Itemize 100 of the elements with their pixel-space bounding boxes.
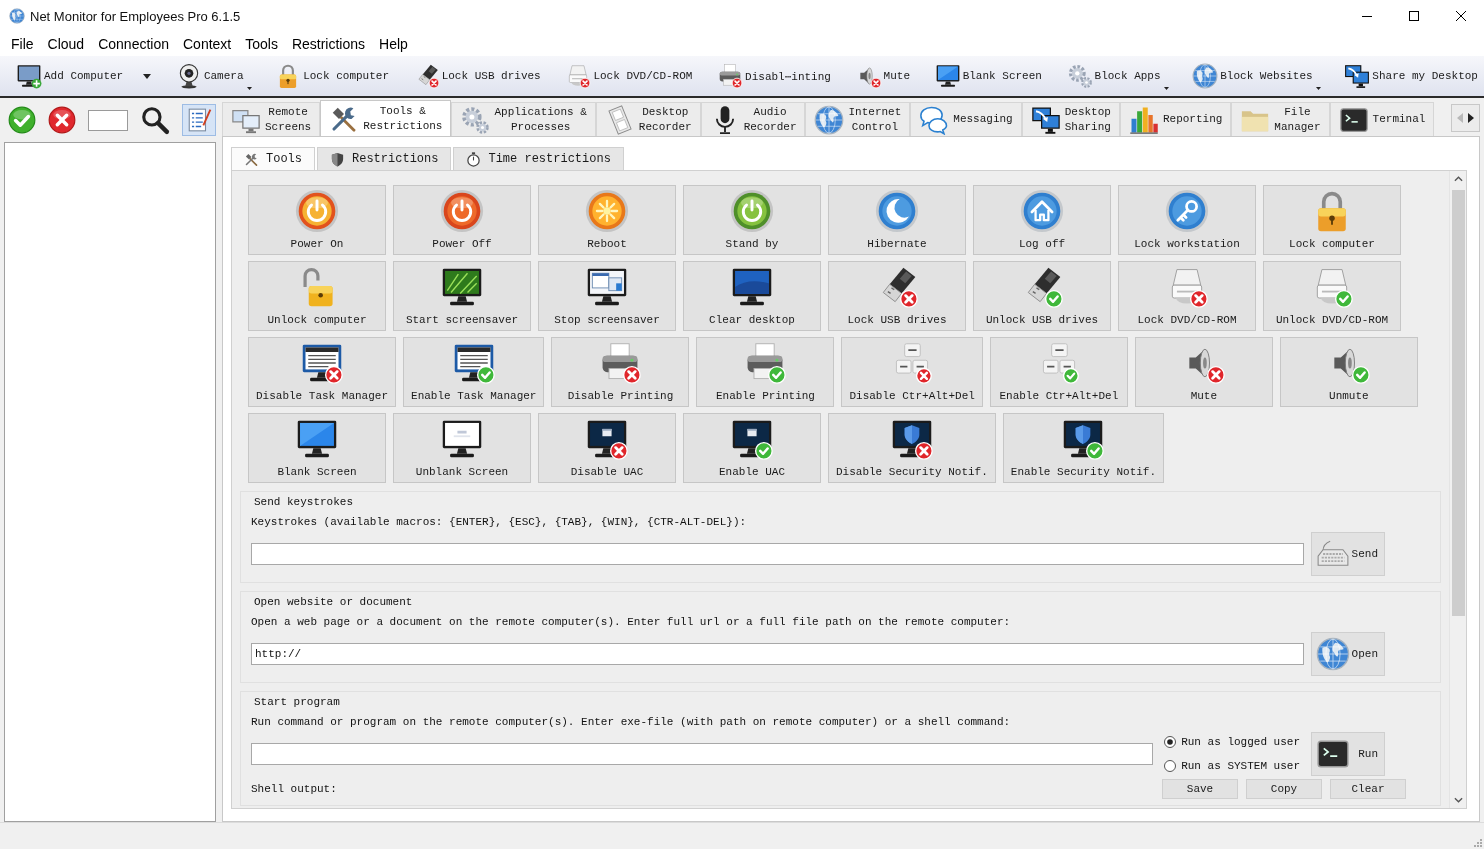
tool-button[interactable]: Unblank Screen [393, 413, 531, 483]
tool-button[interactable]: Enable Security Notif. [1002, 413, 1165, 483]
tool-button[interactable]: Unlock DVD/CD-ROM [1263, 261, 1401, 331]
tool-button[interactable]: Reboot [538, 185, 676, 255]
resize-grip-icon[interactable] [1472, 837, 1482, 847]
tool-button[interactable]: Lock workstation [1118, 185, 1256, 255]
tool-button[interactable]: Mute [1134, 337, 1273, 407]
main-tab[interactable]: Applications & Processes [451, 102, 596, 136]
menu-item[interactable]: File [4, 33, 41, 55]
menu-item[interactable]: Help [372, 33, 415, 55]
toolbar-button[interactable]: Block Websites [1190, 60, 1322, 92]
main-tab[interactable]: File Manager [1231, 102, 1330, 136]
toolbar-button[interactable]: Blank Screen [932, 60, 1044, 92]
toolbar-button[interactable]: Block Apps [1064, 60, 1170, 92]
check-circle-icon[interactable] [8, 106, 36, 134]
scroll-down-icon[interactable] [1453, 797, 1463, 803]
checklist-icon [186, 107, 212, 133]
filter-field[interactable] [88, 109, 128, 131]
tool-button[interactable]: Hibernate [828, 185, 966, 255]
scroll-up-icon[interactable] [1453, 176, 1463, 182]
x-circle-icon[interactable] [48, 106, 76, 134]
tool-button[interactable]: Disable Ctr+Alt+Del [841, 337, 983, 407]
tool-button[interactable]: Disable Security Notif. [828, 413, 996, 483]
tool-button[interactable]: Enable Ctr+Alt+Del [989, 337, 1128, 407]
globe-icon [9, 8, 25, 24]
gears-icon [1066, 63, 1093, 89]
tool-button[interactable]: Disable Task Manager [248, 337, 397, 407]
main-tab[interactable]: Internet Control [805, 102, 911, 136]
menu-item[interactable]: Tools [238, 33, 285, 55]
tool-button[interactable]: Enable UAC [683, 413, 821, 483]
output-button[interactable]: Save [1162, 779, 1238, 799]
main-tab[interactable]: Reporting [1119, 102, 1232, 136]
toolbar-button[interactable]: Share my Desktop [1342, 60, 1480, 92]
tool-button[interactable]: Disable UAC [538, 413, 676, 483]
menu-item[interactable]: Context [176, 33, 239, 55]
tool-button[interactable]: Clear desktop [683, 261, 821, 331]
globe-icon [814, 104, 845, 135]
tool-button[interactable]: Enable Task Manager [403, 337, 545, 407]
toolbar-button[interactable]: Mute [853, 60, 912, 92]
tool-button[interactable]: Unmute [1279, 337, 1418, 407]
radio-option[interactable]: Run as logged user [1164, 735, 1300, 749]
toolbar-button[interactable]: Camera [173, 60, 253, 92]
section-title: Open website or document [253, 595, 414, 610]
tool-button[interactable]: Blank Screen [248, 413, 386, 483]
search-icon[interactable] [140, 105, 170, 135]
send-button[interactable]: Send [1311, 532, 1385, 576]
tool-button[interactable]: Power Off [393, 185, 531, 255]
tool-button[interactable]: Log off [973, 185, 1111, 255]
caret-icon [1163, 87, 1169, 90]
toolbar-button[interactable]: Lock USB drives [411, 60, 543, 92]
toolbar-button[interactable]: Lock DVD/CD-ROM [563, 60, 695, 92]
toolbar-button[interactable]: Disabl⋯inting [715, 60, 833, 92]
command-field[interactable] [251, 743, 1154, 765]
main-tab[interactable]: Tools & Restrictions [320, 100, 452, 136]
sub-tab[interactable]: Tools [231, 147, 315, 170]
instruction-text: Keystrokes (available macros: {ENTER}, {ESC}, {TAB}, {WIN}, {CTR-ALT-DEL}): [251, 515, 748, 530]
main-tab[interactable]: Audio Recorder [700, 102, 806, 136]
menu-item[interactable]: Connection [91, 33, 176, 55]
sub-tab[interactable]: Time restrictions [453, 147, 624, 170]
output-button[interactable]: Copy [1246, 779, 1322, 799]
toolbar-button[interactable]: Add Computer [14, 60, 154, 92]
scroll-right-icon[interactable] [1468, 113, 1474, 123]
shield-icon [330, 151, 345, 167]
menu-item[interactable]: Restrictions [284, 33, 373, 55]
tool-button[interactable]: Start screensaver [393, 261, 531, 331]
power-button-icon [295, 189, 339, 233]
tool-button[interactable]: Lock DVD/CD-ROM [1118, 261, 1256, 331]
menu-item[interactable]: Cloud [40, 33, 92, 55]
tool-button[interactable]: Power On [248, 185, 386, 255]
tool-button[interactable]: Disable Printing [551, 337, 690, 407]
url-field[interactable]: http:// [251, 643, 1304, 665]
keystrokes-field[interactable] [251, 543, 1304, 565]
run-button[interactable]: Run [1311, 732, 1385, 776]
caret-icon [1315, 87, 1321, 90]
output-label: Shell output: [251, 782, 338, 797]
tool-button[interactable]: Stop screensaver [538, 261, 676, 331]
section-title: Start program [253, 695, 341, 710]
sub-tab[interactable]: Restrictions [317, 147, 452, 170]
checklist-button[interactable] [182, 104, 216, 136]
tool-button[interactable]: Unlock computer [248, 261, 386, 331]
sunburst-button-icon [585, 189, 629, 233]
main-tab[interactable]: Terminal [1329, 102, 1435, 136]
radio-icon[interactable] [1164, 760, 1177, 772]
scrollbar[interactable] [1449, 171, 1466, 808]
tool-button[interactable]: Stand by [683, 185, 821, 255]
tool-button[interactable]: Lock computer [1263, 185, 1401, 255]
main-tab[interactable]: Messaging [910, 102, 1022, 136]
radio-icon[interactable] [1164, 736, 1177, 748]
radio-option[interactable]: Run as SYSTEM user [1164, 759, 1300, 773]
minimize-icon [1361, 15, 1372, 17]
output-button[interactable]: Clear [1330, 779, 1406, 799]
toolbar-button[interactable]: Lock computer [273, 60, 391, 92]
main-tab[interactable]: Remote Screens [222, 102, 321, 136]
tool-button[interactable]: Unlock USB drives [973, 261, 1111, 331]
scrollbar-thumb[interactable] [1451, 190, 1465, 616]
main-tab[interactable]: Desktop Sharing [1021, 102, 1120, 136]
open-button[interactable]: Open [1311, 632, 1385, 676]
tool-button[interactable]: Enable Printing [696, 337, 835, 407]
tool-button[interactable]: Lock USB drives [828, 261, 966, 331]
main-tab[interactable]: Desktop Recorder [595, 102, 701, 136]
